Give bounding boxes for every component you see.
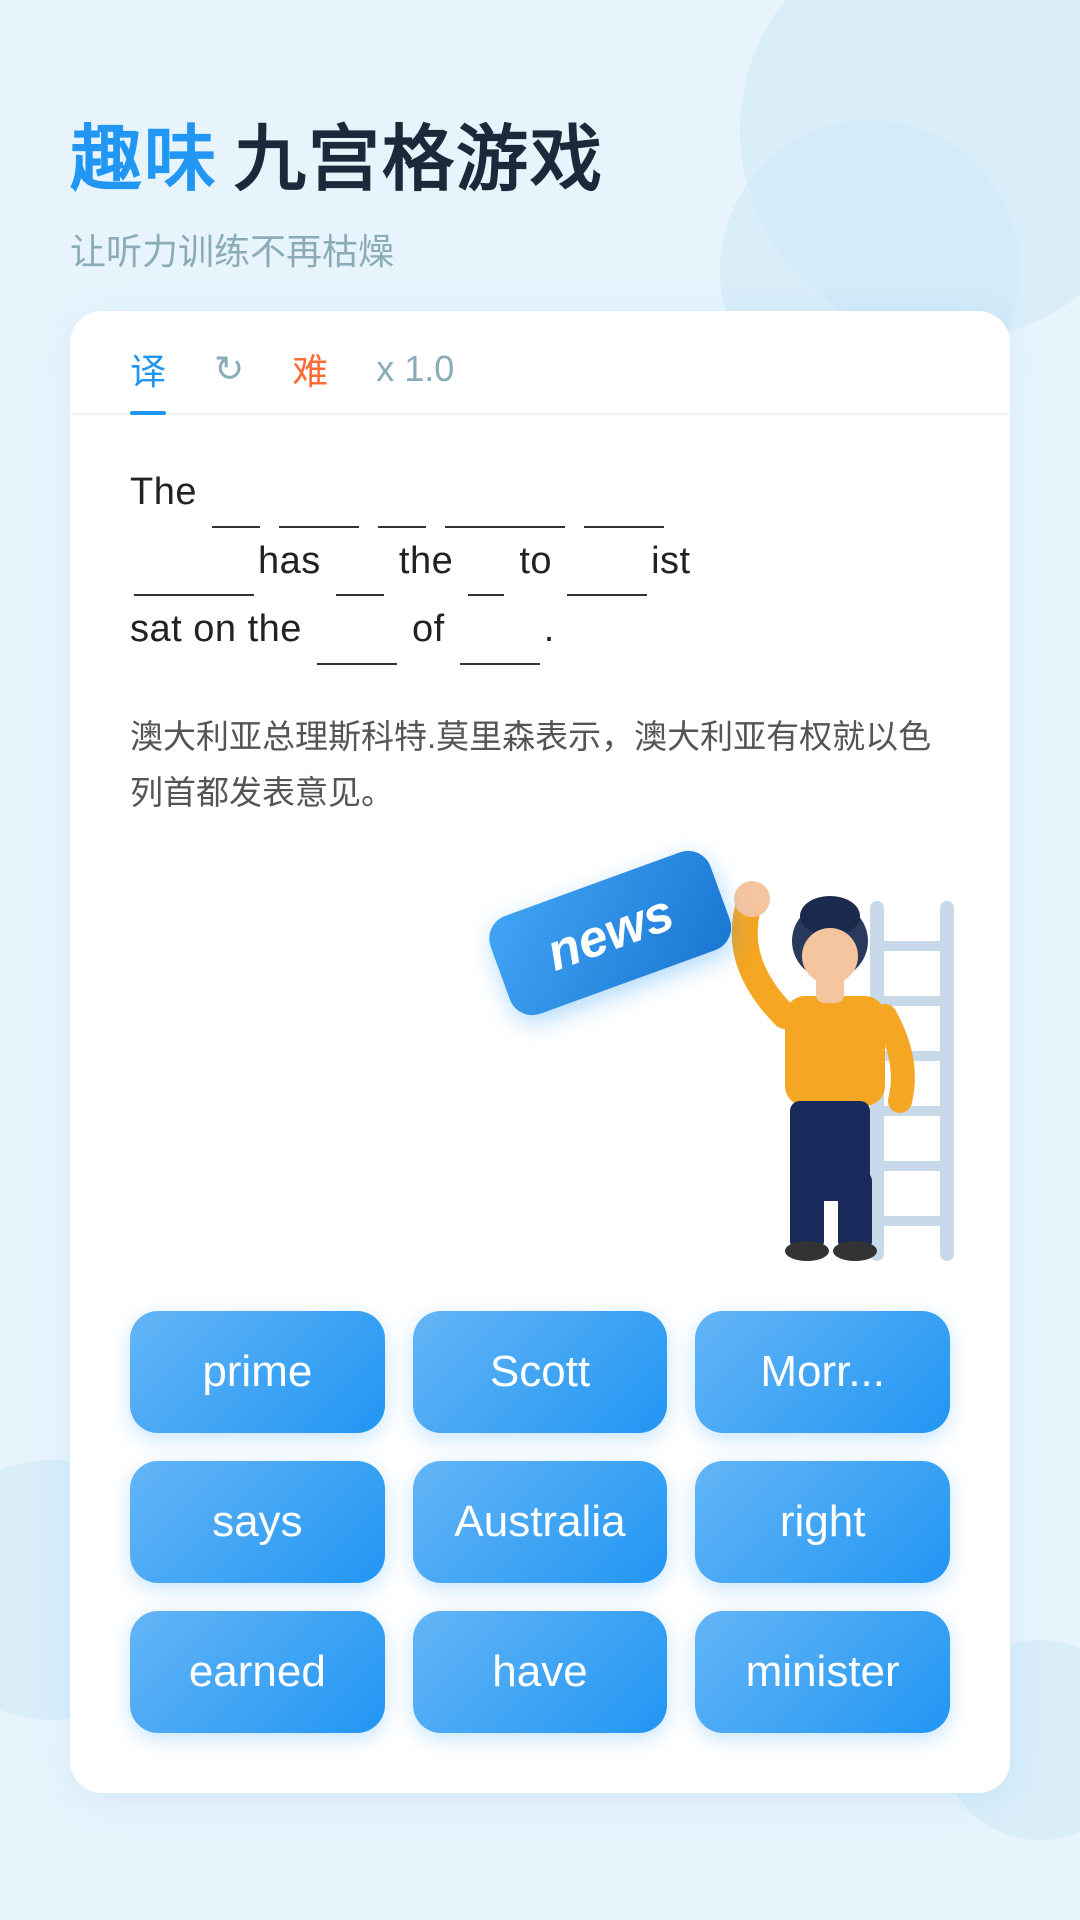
blank-3 xyxy=(378,459,426,528)
main-card: 译 ↻ 难 x 1.0 The xyxy=(70,311,1010,1793)
sentence-text: The has the to ist sat on the xyxy=(130,459,950,665)
blank-6 xyxy=(134,528,254,597)
title-accent: 趣味 xyxy=(70,100,218,205)
sentence-area: The has the to ist sat on the xyxy=(70,415,1010,685)
translation-text: 澳大利亚总理斯科特.莫里森表示，澳大利亚有权就以色列首都发表意见。 xyxy=(70,685,1010,851)
tab-bar: 译 ↻ 难 x 1.0 xyxy=(70,311,1010,415)
word-btn-australia[interactable]: Australia xyxy=(413,1461,668,1583)
blank-8 xyxy=(468,528,504,597)
page-subtitle: 让听力训练不再枯燥 xyxy=(70,223,1010,275)
title-main: 九宫格游戏 xyxy=(234,100,604,205)
blank-1 xyxy=(212,459,260,528)
blank-9 xyxy=(567,528,647,597)
word-btn-minister[interactable]: minister xyxy=(695,1611,950,1733)
word-grid: prime Scott Morr... says Australia right… xyxy=(70,1271,1010,1753)
refresh-icon: ↻ xyxy=(214,348,244,389)
word-btn-earned[interactable]: earned xyxy=(130,1611,385,1733)
tab-refresh[interactable]: ↻ xyxy=(214,348,244,408)
word-btn-scott[interactable]: Scott xyxy=(413,1311,668,1433)
person-illustration xyxy=(690,841,970,1261)
word-btn-have[interactable]: have xyxy=(413,1611,668,1733)
blank-11 xyxy=(460,596,540,665)
tab-speed[interactable]: x 1.0 xyxy=(376,348,454,408)
tab-difficulty[interactable]: 难 xyxy=(292,343,328,413)
word-btn-right[interactable]: right xyxy=(695,1461,950,1583)
blank-4 xyxy=(445,459,565,528)
word-btn-morrison[interactable]: Morr... xyxy=(695,1311,950,1433)
blank-7 xyxy=(336,528,384,597)
header: 趣味 九宫格游戏 让听力训练不再枯燥 xyxy=(70,100,1010,275)
illustration-area: news xyxy=(70,851,1010,1271)
tab-translate[interactable]: 译 xyxy=(130,343,166,413)
word-btn-says[interactable]: says xyxy=(130,1461,385,1583)
blank-2 xyxy=(279,459,359,528)
blank-5 xyxy=(584,459,664,528)
blank-10 xyxy=(317,596,397,665)
word-btn-prime[interactable]: prime xyxy=(130,1311,385,1433)
page-title: 趣味 九宫格游戏 xyxy=(70,100,1010,205)
